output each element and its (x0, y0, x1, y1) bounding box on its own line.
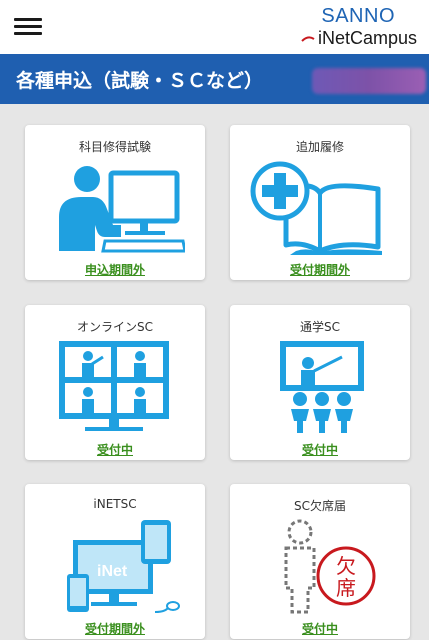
card-label: 追加履修 (295, 140, 344, 154)
top-bar: SANNO iNetCampus (0, 0, 429, 54)
brand-line2: iNetCampus (317, 28, 417, 48)
person-computer-icon (59, 166, 185, 253)
card-sc-absence[interactable]: SC欠席届 欠 席 受付中 (230, 484, 410, 639)
card-commute-sc[interactable]: 通学SC 受付中 (230, 305, 410, 460)
card-inetsc[interactable]: iNETSC iNet 受付期間外 (25, 484, 205, 639)
menu-icon[interactable] (14, 14, 44, 38)
brand-line1: SANNO (321, 5, 395, 27)
card-label: SC欠席届 (294, 499, 346, 513)
card-online-sc[interactable]: オンラインSC 受付中 (25, 305, 205, 460)
inet-devices-icon: iNet (67, 520, 180, 613)
card-label: 通学SC (300, 320, 340, 334)
card-label: iNETSC (93, 497, 137, 511)
card-additional-course[interactable]: 追加履修 受付期間外 (230, 125, 410, 280)
card-status-link[interactable]: 受付期間外 (25, 620, 205, 637)
page-title-bar: 各種申込（試験・ＳＣなど） (0, 54, 429, 104)
absence-stamp-icon: 欠 席 (284, 519, 376, 614)
svg-text:欠: 欠 (336, 554, 356, 578)
card-subject-exam[interactable]: 科目修得試験 申込期間外 (25, 125, 205, 280)
brand-swoosh-icon (301, 36, 315, 42)
video-conference-icon (59, 341, 169, 431)
card-label: オンラインSC (77, 320, 153, 334)
card-status-link[interactable]: 申込期間外 (25, 261, 205, 278)
card-status-link[interactable]: 受付中 (230, 620, 410, 637)
redacted-user-name (312, 68, 426, 94)
card-status-link[interactable]: 受付中 (25, 441, 205, 458)
svg-text:席: 席 (336, 576, 356, 600)
page-title: 各種申込（試験・ＳＣなど） (16, 70, 264, 92)
svg-text:iNet: iNet (97, 563, 128, 580)
card-status-link[interactable]: 受付中 (230, 441, 410, 458)
brand-logo[interactable]: SANNO iNetCampus (291, 4, 421, 52)
classroom-lecture-icon (280, 341, 364, 433)
card-label: 科目修得試験 (78, 140, 151, 154)
card-status-link[interactable]: 受付期間外 (230, 261, 410, 278)
plus-book-icon (250, 161, 382, 255)
